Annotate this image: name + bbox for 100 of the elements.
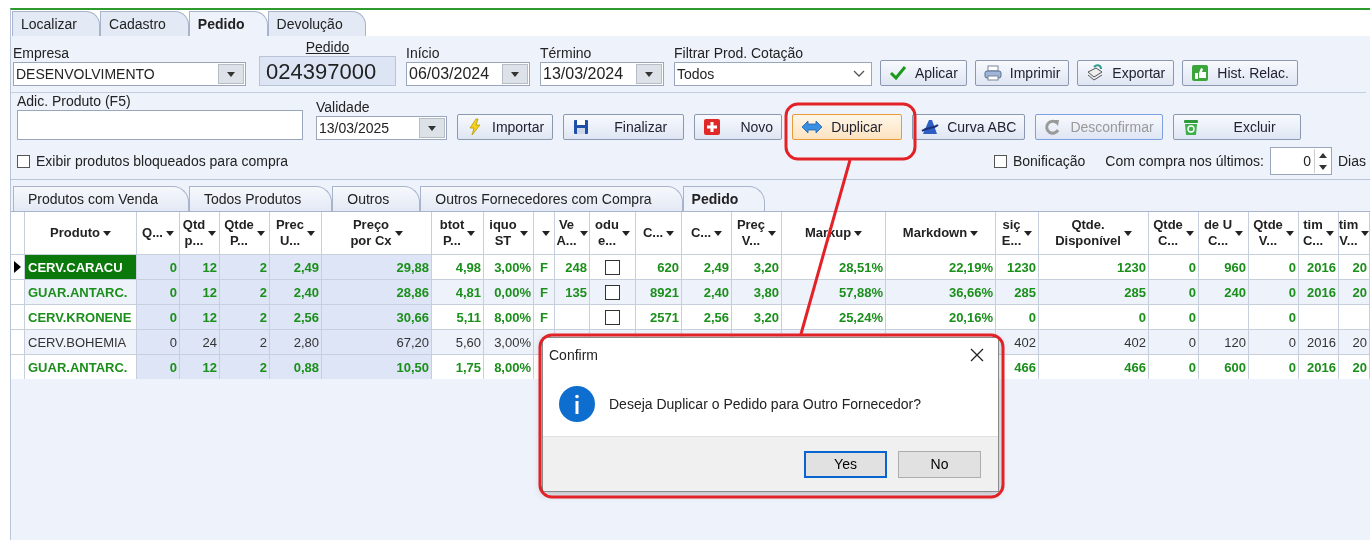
dropdown-arrow-icon xyxy=(970,230,979,236)
tab[interactable]: Outros xyxy=(332,186,421,211)
field-label: Com compra nos últimos: xyxy=(1105,153,1264,169)
dialog-button[interactable]: Yes xyxy=(804,450,887,478)
tab[interactable]: Todos Produtos xyxy=(189,186,333,211)
date-combo[interactable]: 13/03/2025 xyxy=(316,116,447,140)
dropdown-arrow-icon xyxy=(467,230,476,236)
tab[interactable]: Pedido xyxy=(682,186,766,211)
field-label: Término xyxy=(540,45,593,62)
checkbox[interactable] xyxy=(605,259,620,275)
table-cell[interactable]: GUAR.ANTARC. xyxy=(25,280,137,304)
action-button[interactable]: Novo xyxy=(694,114,783,140)
column-header[interactable]: Q... xyxy=(137,212,180,254)
tab[interactable]: Pedido xyxy=(188,11,268,36)
table-cell: 2,80 xyxy=(270,330,322,354)
table-cell: 2016 xyxy=(1299,280,1339,304)
column-header[interactable]: Produto xyxy=(25,212,137,254)
dialog-title: Confirm xyxy=(549,347,598,363)
table-cell: 67,20 xyxy=(322,330,432,354)
order-number: 024397000 xyxy=(259,56,396,86)
table-cell: 0 xyxy=(137,280,180,304)
filter-select[interactable]: Todos xyxy=(674,62,872,86)
dropdown-arrow-icon xyxy=(1326,230,1335,236)
tab[interactable]: Devolução xyxy=(267,11,366,36)
dropdown-arrow-icon xyxy=(1123,230,1132,236)
column-header[interactable]: de U C... xyxy=(1199,212,1249,254)
dropdown-arrow-icon xyxy=(1235,230,1244,236)
column-header[interactable]: Qtde. Disponível xyxy=(1039,212,1149,254)
column-header[interactable]: iquo ST xyxy=(484,212,534,254)
caret-icon xyxy=(502,64,528,84)
action-button[interactable]: Importar xyxy=(457,114,554,140)
field-label: Empresa xyxy=(13,45,71,62)
date-combo[interactable]: 06/03/2024 xyxy=(406,62,530,86)
column-header[interactable]: Prec U... xyxy=(270,212,322,254)
tab[interactable]: Outros Fornecedores com Compra xyxy=(420,186,683,211)
dropdown-arrow-icon xyxy=(394,230,403,236)
dropdown-arrow-icon xyxy=(579,230,588,236)
double-arrow-icon xyxy=(801,118,824,136)
dropdown-arrow-icon xyxy=(854,230,863,236)
table-cell: 2,40 xyxy=(682,280,732,304)
table-cell: F xyxy=(534,280,555,304)
printer-icon xyxy=(983,64,1002,82)
tab[interactable]: Produtos com Venda xyxy=(13,186,189,211)
action-button[interactable]: Finalizar xyxy=(563,114,685,140)
close-icon[interactable] xyxy=(970,348,984,362)
toolbar-button[interactable]: Aplicar xyxy=(880,60,967,86)
unit-label: Dias xyxy=(1338,153,1366,169)
column-header[interactable]: tim C... xyxy=(1299,212,1339,254)
table-cell: 0 xyxy=(1149,280,1199,304)
company-combo[interactable]: DESENVOLVIMENTO xyxy=(13,62,246,86)
table-cell: 0 xyxy=(137,255,180,279)
table-cell: 2016 xyxy=(1299,330,1339,354)
column-header[interactable]: Qtde P... xyxy=(220,212,270,254)
dialog-button[interactable]: No xyxy=(898,450,981,478)
checkbox[interactable] xyxy=(605,309,620,325)
checkbox[interactable] xyxy=(605,284,620,300)
table-cell: 10,50 xyxy=(322,355,432,379)
column-header[interactable]: Preço por Cx xyxy=(322,212,432,254)
checkbox[interactable] xyxy=(993,154,1007,168)
column-header[interactable]: siç E... xyxy=(996,212,1039,254)
column-header[interactable]: Qtde C... xyxy=(1149,212,1199,254)
column-header[interactable]: btot P... xyxy=(432,212,484,254)
action-button[interactable]: Excluir xyxy=(1172,114,1301,140)
dropdown-arrow-icon xyxy=(208,230,217,236)
column-header[interactable]: Qtde V... xyxy=(1249,212,1299,254)
lightning-icon xyxy=(466,118,484,136)
toolbar-button[interactable]: Hist. Relac. xyxy=(1182,60,1298,86)
tab[interactable]: Localizar xyxy=(12,11,101,36)
product-input[interactable] xyxy=(17,110,303,140)
column-header[interactable]: Qtd p... xyxy=(180,212,220,254)
checkbox[interactable] xyxy=(17,154,30,168)
column-header[interactable]: Preç V... xyxy=(732,212,782,254)
dialog-message: Deseja Duplicar o Pedido para Outro Fornecedor? xyxy=(609,396,922,412)
column-header[interactable]: odu e... xyxy=(590,212,636,254)
column-header[interactable]: C... xyxy=(636,212,682,254)
action-button[interactable]: Duplicar xyxy=(792,114,903,140)
column-header[interactable]: Ve A... xyxy=(555,212,590,254)
dropdown-arrow-icon xyxy=(541,230,550,236)
table-cell: 28,86 xyxy=(322,280,432,304)
table-cell[interactable]: CERV.KRONENE xyxy=(25,305,137,329)
toolbar-button[interactable]: Exportar xyxy=(1077,60,1175,86)
tab[interactable]: Cadastro xyxy=(100,11,189,36)
table-cell: 20 xyxy=(1339,280,1370,304)
trash-bin-icon xyxy=(1181,118,1200,136)
column-header[interactable]: Markdown xyxy=(886,212,996,254)
table-cell: 8921 xyxy=(636,280,682,304)
caret-icon xyxy=(419,118,445,138)
toolbar-button[interactable]: Imprimir xyxy=(974,60,1070,86)
column-header[interactable]: C... xyxy=(682,212,732,254)
date-combo[interactable]: 13/03/2024 xyxy=(540,62,664,86)
column-header[interactable]: tim V... xyxy=(1339,212,1370,254)
table-cell[interactable]: CERV.CARACU xyxy=(25,255,137,279)
table-cell: 285 xyxy=(1039,280,1149,304)
days-spinner[interactable]: 0 xyxy=(1270,147,1332,175)
table-cell: 0 xyxy=(137,330,180,354)
table-cell: 12 xyxy=(180,280,220,304)
table-cell[interactable]: CERV.BOHEMIA xyxy=(25,330,137,354)
table-cell: 135 xyxy=(555,280,590,304)
action-button[interactable]: Curva ABC xyxy=(912,114,1026,140)
table-cell[interactable]: GUAR.ANTARC. xyxy=(25,355,137,379)
